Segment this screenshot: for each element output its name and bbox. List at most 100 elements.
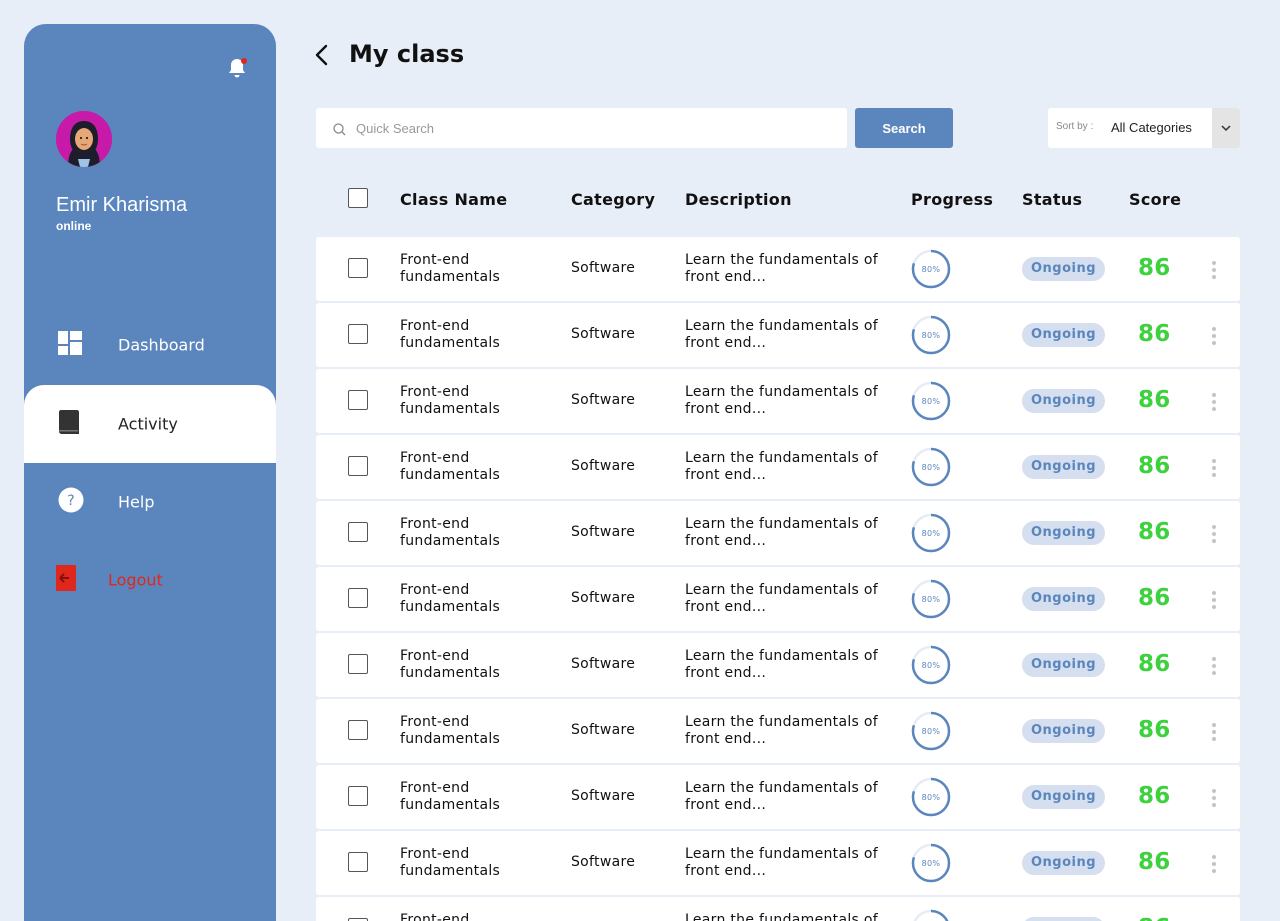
nav-label-help: Help <box>118 492 155 512</box>
row-checkbox[interactable] <box>348 324 368 344</box>
nav-item-help[interactable]: ? Help <box>24 463 276 541</box>
column-header-description[interactable]: Description <box>685 190 792 209</box>
table-row[interactable]: Front-end fundamentalsSoftwareLearn the … <box>316 897 1240 921</box>
progress-label: 80% <box>921 330 941 340</box>
table-row[interactable]: Front-end fundamentalsSoftwareLearn the … <box>316 633 1240 697</box>
column-header-class-name[interactable]: Class Name <box>400 190 507 209</box>
score-value: 86 <box>1138 849 1171 875</box>
class-name-cell: Front-end fundamentals <box>400 450 501 483</box>
nav-item-activity[interactable]: Activity <box>24 385 276 463</box>
progress-label: 80% <box>921 594 941 604</box>
row-checkbox[interactable] <box>348 720 368 740</box>
nav-item-dashboard[interactable]: Dashboard <box>24 306 276 384</box>
category-cell: Software <box>571 458 636 474</box>
column-header-score[interactable]: Score <box>1129 190 1181 209</box>
progress-label: 80% <box>921 462 941 472</box>
description-cell: Learn the fundamentals of front end... <box>685 648 878 681</box>
more-options-icon[interactable] <box>1210 259 1218 281</box>
score-value: 86 <box>1138 914 1171 921</box>
back-arrow-icon[interactable] <box>312 42 332 68</box>
more-options-icon[interactable] <box>1210 391 1218 413</box>
table-row[interactable]: Front-end fundamentalsSoftwareLearn the … <box>316 699 1240 763</box>
category-cell: Software <box>571 326 636 342</box>
progress-label: 80% <box>921 858 941 868</box>
nav-item-logout[interactable]: Logout <box>24 541 276 619</box>
progress-ring: 80% <box>910 578 952 620</box>
more-options-icon[interactable] <box>1210 853 1218 875</box>
progress-label: 80% <box>921 528 941 538</box>
score-value: 86 <box>1138 321 1171 347</box>
score-value: 86 <box>1138 453 1171 479</box>
row-checkbox[interactable] <box>348 852 368 872</box>
category-cell: Software <box>571 788 636 804</box>
search-icon <box>333 121 346 140</box>
more-options-icon[interactable] <box>1210 457 1218 479</box>
row-checkbox[interactable] <box>348 786 368 806</box>
sort-value: All Categories <box>1111 120 1192 135</box>
table-row[interactable]: Front-end fundamentalsSoftwareLearn the … <box>316 237 1240 301</box>
table-row[interactable]: Front-end fundamentals Software Learn the … <box>316 303 1240 367</box>
sort-label: Sort by : <box>1056 121 1094 132</box>
table-row[interactable]: Front-end fundamentalsSoftwareLearn the … <box>316 831 1240 895</box>
column-header-category[interactable]: Category <box>571 190 655 209</box>
class-name-cell: Front-end fundamentals <box>400 582 501 615</box>
row-checkbox[interactable] <box>348 456 368 476</box>
status-badge: Ongoing <box>1022 257 1106 281</box>
category-cell: Software <box>571 722 636 738</box>
nav-label-activity: Activity <box>118 414 178 434</box>
row-checkbox[interactable] <box>348 654 368 674</box>
select-all-checkbox[interactable] <box>348 188 368 208</box>
class-name-cell: Front-end fundamentals <box>400 384 501 417</box>
description-cell: Learn the fundamentals of front end... <box>685 780 878 813</box>
table-row[interactable]: Front-end fundamentals Software Learn the … <box>316 435 1240 499</box>
status-badge: Ongoing <box>1022 851 1106 875</box>
table-row[interactable]: Front-end fundamentalsSoftwareLearn the … <box>316 501 1240 565</box>
progress-ring: 80% <box>910 314 952 356</box>
row-checkbox[interactable] <box>348 588 368 608</box>
user-name: Emir Kharisma <box>56 194 188 216</box>
row-checkbox[interactable] <box>348 390 368 410</box>
status-badge: Ongoing <box>1022 917 1106 921</box>
score-value: 86 <box>1138 255 1171 281</box>
score-value: 86 <box>1138 717 1171 743</box>
sidebar: Emir Kharisma online Dashboard Activity … <box>24 24 276 921</box>
table-row[interactable]: Front-end fundamentalsSoftwareLearn the … <box>316 765 1240 829</box>
class-name-cell: Front-end fundamentals <box>400 318 501 351</box>
category-cell: Software <box>571 392 636 408</box>
dashboard-icon <box>58 331 82 359</box>
more-options-icon[interactable] <box>1210 655 1218 677</box>
progress-label: 80% <box>921 660 941 670</box>
nav-label-logout: Logout <box>108 570 163 590</box>
progress-ring: 80% <box>910 248 952 290</box>
category-cell: Software <box>571 524 636 540</box>
more-options-icon[interactable] <box>1210 721 1218 743</box>
description-cell: Learn the fundamentals of front end... <box>685 450 878 483</box>
row-checkbox[interactable] <box>348 258 368 278</box>
search-input[interactable] <box>356 108 836 148</box>
progress-label: 80% <box>921 264 941 274</box>
more-options-icon[interactable] <box>1210 325 1218 347</box>
chevron-down-icon[interactable] <box>1212 108 1240 148</box>
sort-dropdown[interactable]: Sort by : All Categories <box>1048 108 1240 148</box>
description-cell: Learn the fundamentals of front end... <box>685 714 878 747</box>
more-options-icon[interactable] <box>1210 589 1218 611</box>
row-checkbox[interactable] <box>348 522 368 542</box>
logout-icon <box>56 565 76 595</box>
more-options-icon[interactable] <box>1210 787 1218 809</box>
more-options-icon[interactable] <box>1210 523 1218 545</box>
score-value: 86 <box>1138 519 1171 545</box>
column-header-progress[interactable]: Progress <box>911 190 993 209</box>
status-badge: Ongoing <box>1022 389 1106 413</box>
notification-bell-icon[interactable] <box>226 56 248 80</box>
score-value: 86 <box>1138 651 1171 677</box>
search-button[interactable]: Search <box>855 108 953 148</box>
book-icon <box>58 409 80 439</box>
table-row[interactable]: Front-end fundamentalsSoftwareLearn the … <box>316 567 1240 631</box>
class-name-cell: Front-end fundamentals <box>400 912 470 921</box>
avatar[interactable] <box>56 111 112 167</box>
progress-label: 80% <box>921 726 941 736</box>
description-cell: Learn the fundamentals of front end... <box>685 318 878 351</box>
column-header-status[interactable]: Status <box>1022 190 1082 209</box>
table-row[interactable]: Front-end fundamentalsSoftwareLearn the … <box>316 369 1240 433</box>
progress-ring: 80% <box>910 644 952 686</box>
